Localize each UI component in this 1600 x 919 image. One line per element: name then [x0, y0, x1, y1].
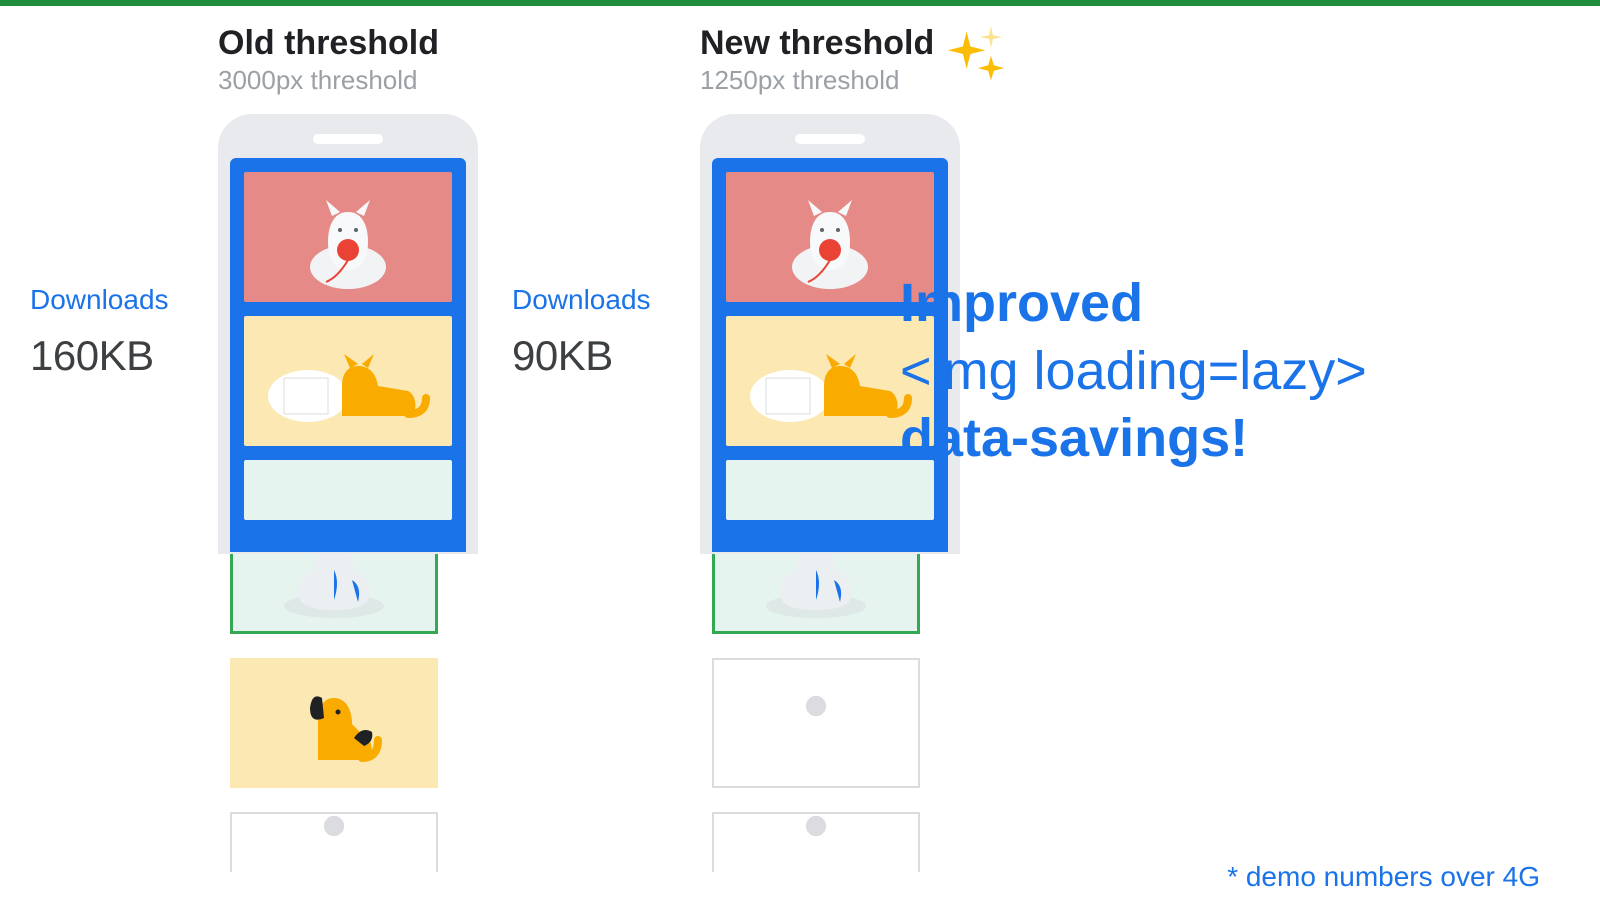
image-tile-dog [230, 658, 438, 788]
old-downloads-label: Downloads [30, 284, 200, 316]
new-downloads-value: 90KB [512, 332, 682, 380]
image-tile-cat-yarn [244, 172, 452, 302]
orange-cat-icon [258, 326, 438, 436]
spinner-icon [786, 693, 846, 753]
image-tile-orange-cat [244, 316, 452, 446]
new-headings: New threshold 1250px threshold [700, 24, 934, 96]
sparkles-icon [946, 24, 1006, 84]
image-tile-spinner-partial [712, 812, 920, 872]
old-headings: Old threshold 3000px threshold [218, 24, 439, 96]
hero-text: Improved <img loading=lazy> data-savings… [900, 270, 1540, 473]
phone-speaker [795, 134, 865, 144]
image-tile-peek [244, 460, 452, 520]
new-metrics: Downloads 90KB [512, 284, 682, 380]
old-metrics: Downloads 160KB [30, 284, 200, 380]
dog-icon [274, 668, 394, 778]
hero-line-1: Improved [900, 270, 1540, 338]
hero-line-2: <img loading=lazy> [900, 338, 1540, 406]
old-phone-screen [230, 158, 466, 552]
phone-speaker [313, 134, 383, 144]
cat-yarn-icon [288, 182, 408, 292]
image-tile-spinner [712, 658, 920, 788]
new-downloads-label: Downloads [512, 284, 682, 316]
new-title: New threshold [700, 24, 934, 63]
spinner-icon [304, 813, 364, 872]
spinner-icon [786, 813, 846, 872]
old-below-viewport [230, 554, 466, 872]
new-subtitle: 1250px threshold [700, 65, 934, 96]
old-phone-mockup [218, 114, 478, 554]
old-title: Old threshold [218, 24, 439, 63]
new-below-viewport [712, 554, 948, 872]
footnote: * demo numbers over 4G [1227, 861, 1540, 893]
old-downloads-value: 160KB [30, 332, 200, 380]
hero-line-3: data-savings! [900, 405, 1540, 473]
diagram-stage: Downloads 160KB Old threshold 3000px thr… [0, 0, 1600, 919]
old-subtitle: 3000px threshold [218, 65, 439, 96]
old-threshold-column: Downloads 160KB Old threshold 3000px thr… [30, 24, 478, 872]
image-tile-spinner-partial [230, 812, 438, 872]
